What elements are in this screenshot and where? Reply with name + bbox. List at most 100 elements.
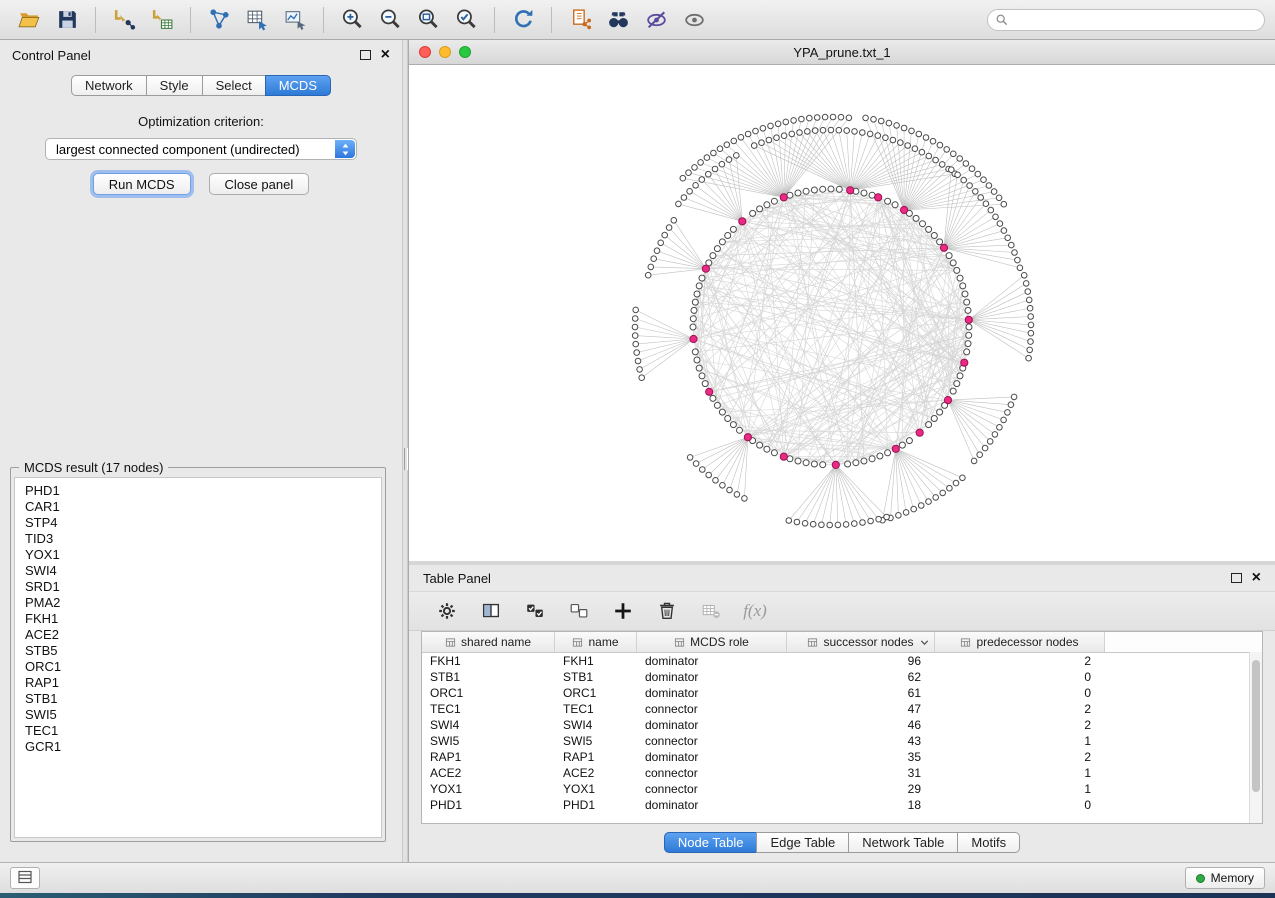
import-table-button[interactable]: [143, 4, 181, 36]
clear-disabled-button[interactable]: [697, 597, 725, 625]
tab-select[interactable]: Select: [202, 75, 266, 96]
mcds-result-item[interactable]: TEC1: [25, 723, 381, 739]
main-toolbar: [0, 0, 1275, 40]
tab-style[interactable]: Style: [146, 75, 203, 96]
clone-network-button[interactable]: [561, 4, 599, 36]
table-row[interactable]: TEC1TEC1connector472: [422, 701, 1262, 717]
mcds-result-item[interactable]: ACE2: [25, 627, 381, 643]
mcds-result-item[interactable]: STB5: [25, 643, 381, 659]
tab-edge-table[interactable]: Edge Table: [756, 832, 849, 853]
delete-button[interactable]: [653, 597, 681, 625]
table-row[interactable]: FKH1FKH1dominator962: [422, 653, 1262, 669]
select-all-button[interactable]: [521, 597, 549, 625]
unselect-all-button[interactable]: [565, 597, 593, 625]
close-panel-icon[interactable]: ×: [1252, 572, 1261, 584]
cell-shared-name: ORC1: [422, 686, 555, 700]
mcds-result-item[interactable]: STB1: [25, 691, 381, 707]
table-row[interactable]: YOX1YOX1connector291: [422, 781, 1262, 797]
table-row[interactable]: RAP1RAP1dominator352: [422, 749, 1262, 765]
refresh-button[interactable]: [504, 4, 542, 36]
scrollbar-thumb[interactable]: [1252, 660, 1260, 792]
network-view[interactable]: [409, 65, 1275, 561]
panel-window-buttons: ×: [360, 49, 390, 61]
add-button[interactable]: [609, 597, 637, 625]
table-row[interactable]: ACE2ACE2connector311: [422, 765, 1262, 781]
binoculars-icon: [606, 7, 631, 32]
close-mcds-panel-button[interactable]: Close panel: [209, 173, 310, 195]
cell-name: ACE2: [555, 766, 637, 780]
import-network-button[interactable]: [105, 4, 143, 36]
column-header-name[interactable]: name: [555, 632, 637, 652]
mcds-result-item[interactable]: RAP1: [25, 675, 381, 691]
mcds-result-list[interactable]: PHD1CAR1STP4TID3YOX1SWI4SRD1PMA2FKH1ACE2…: [14, 477, 382, 838]
mcds-result-item[interactable]: FKH1: [25, 611, 381, 627]
tab-node-table[interactable]: Node Table: [664, 832, 758, 853]
cell-successor-nodes: 18: [787, 798, 935, 812]
mcds-result-item[interactable]: TID3: [25, 531, 381, 547]
network-window-titlebar[interactable]: YPA_prune.txt_1: [409, 40, 1275, 65]
cell-successor-nodes: 62: [787, 670, 935, 684]
cell-name: SWI5: [555, 734, 637, 748]
tab-network-table[interactable]: Network Table: [848, 832, 958, 853]
network-graph[interactable]: [409, 65, 1275, 561]
table-row[interactable]: PHD1PHD1dominator180: [422, 797, 1262, 813]
cell-MCDS-role: connector: [637, 782, 787, 796]
run-mcds-button[interactable]: Run MCDS: [93, 173, 191, 195]
float-panel-icon[interactable]: [1231, 573, 1242, 583]
new-table-button[interactable]: [238, 4, 276, 36]
table-row[interactable]: ORC1ORC1dominator610: [422, 685, 1262, 701]
column-header-MCDS-role[interactable]: MCDS role: [637, 632, 787, 652]
tab-motifs[interactable]: Motifs: [957, 832, 1020, 853]
cell-name: STB1: [555, 670, 637, 684]
zoom-in-button[interactable]: [333, 4, 371, 36]
zoom-out-button[interactable]: [371, 4, 409, 36]
gear-button[interactable]: [433, 597, 461, 625]
columns-button[interactable]: [477, 597, 505, 625]
toolbar-separator: [95, 7, 96, 33]
memory-button[interactable]: Memory: [1185, 867, 1265, 889]
show-results-icon: [682, 7, 707, 32]
save-button[interactable]: [48, 4, 86, 36]
table-row[interactable]: SWI4SWI4dominator462: [422, 717, 1262, 733]
mcds-result-item[interactable]: CAR1: [25, 499, 381, 515]
show-results-button[interactable]: [675, 4, 713, 36]
zoom-fit-button[interactable]: [409, 4, 447, 36]
fx-button[interactable]: f(x): [741, 597, 769, 625]
new-network-button[interactable]: [200, 4, 238, 36]
tab-mcds[interactable]: MCDS: [265, 75, 331, 96]
hide-results-button[interactable]: [637, 4, 675, 36]
mcds-result-item[interactable]: SWI5: [25, 707, 381, 723]
column-header-predecessor-nodes[interactable]: predecessor nodes: [935, 632, 1105, 652]
mcds-result-item[interactable]: STP4: [25, 515, 381, 531]
panel-layout-button[interactable]: [10, 867, 40, 889]
search-input[interactable]: [987, 9, 1265, 31]
criterion-dropdown-value: largest connected component (undirected): [56, 142, 300, 157]
panel-splitter[interactable]: [402, 40, 408, 862]
table-scrollbar[interactable]: [1249, 652, 1262, 823]
mcds-result-item[interactable]: SWI4: [25, 563, 381, 579]
zoom-selected-button[interactable]: [447, 4, 485, 36]
mcds-result-item[interactable]: GCR1: [25, 739, 381, 755]
mcds-result-item[interactable]: PMA2: [25, 595, 381, 611]
cell-MCDS-role: connector: [637, 734, 787, 748]
close-panel-icon[interactable]: ×: [381, 49, 390, 61]
open-folder-button[interactable]: [10, 4, 48, 36]
toolbar-buttons: [10, 4, 713, 36]
float-panel-icon[interactable]: [360, 50, 371, 60]
gear-icon: [436, 600, 458, 622]
table-row[interactable]: STB1STB1dominator620: [422, 669, 1262, 685]
export-image-button[interactable]: [276, 4, 314, 36]
network-window: YPA_prune.txt_1: [409, 40, 1275, 561]
column-header-successor-nodes[interactable]: successor nodes: [787, 632, 935, 652]
tab-network[interactable]: Network: [71, 75, 147, 96]
mcds-result-item[interactable]: ORC1: [25, 659, 381, 675]
table-row[interactable]: SWI5SWI5connector431: [422, 733, 1262, 749]
cell-successor-nodes: 96: [787, 654, 935, 668]
binoculars-button[interactable]: [599, 4, 637, 36]
new-table-icon: [245, 7, 270, 32]
column-header-shared-name[interactable]: shared name: [422, 632, 555, 652]
criterion-dropdown[interactable]: largest connected component (undirected): [45, 138, 357, 160]
mcds-result-item[interactable]: YOX1: [25, 547, 381, 563]
mcds-result-item[interactable]: SRD1: [25, 579, 381, 595]
mcds-result-item[interactable]: PHD1: [25, 483, 381, 499]
